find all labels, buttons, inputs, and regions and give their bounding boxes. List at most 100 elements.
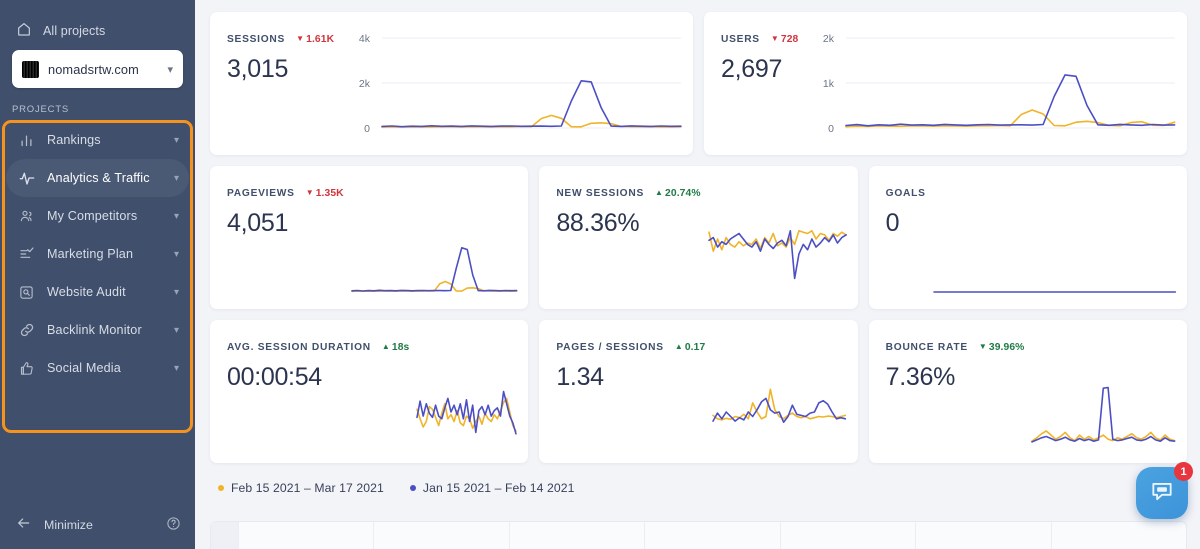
metric-title: USERS: [721, 33, 760, 45]
legend-item-current: Feb 15 2021 – Mar 17 2021: [218, 481, 384, 495]
sidebar-nav: Rankings ▾ Analytics & Traffic ▾ My Comp…: [0, 121, 195, 387]
table-cell: [239, 522, 375, 549]
sidebar-item-marketing-plan[interactable]: Marketing Plan ▾: [6, 235, 189, 273]
sidebar-item-label: Analytics & Traffic: [47, 171, 150, 185]
metric-card-goals[interactable]: GOALS 0: [868, 166, 1187, 309]
metric-title: BOUNCE RATE: [885, 341, 968, 353]
sidebar-item-website-audit[interactable]: Website Audit ▾: [6, 273, 189, 311]
metric-title: SESSIONS: [227, 33, 286, 45]
table-cell: [916, 522, 1052, 549]
metric-card-sessions[interactable]: SESSIONS ▼ 1.61K 3,015 4k 2k 0: [210, 12, 693, 155]
metric-head: USERS ▼ 728: [721, 32, 798, 46]
metric-head: SESSIONS ▼ 1.61K: [227, 32, 334, 46]
projects-section-label: PROJECTS: [12, 104, 70, 115]
chat-bubble-icon: [1149, 478, 1175, 509]
metric-card-pageviews[interactable]: PAGEVIEWS ▼ 1.35K 4,051: [210, 166, 529, 309]
sidebar: All projects nomadsrtw.com ▾ PROJECTS Ra…: [0, 0, 195, 549]
favicon-icon: [22, 60, 39, 78]
metric-card-new-sessions[interactable]: NEW SESSIONS ▲ 20.74% 88.36%: [539, 166, 858, 309]
sparkline-chart: [705, 320, 857, 463]
metric-summary: USERS ▼ 728 2,697: [704, 12, 798, 155]
sidebar-item-label: Social Media: [47, 361, 121, 375]
metric-head: AVG. SESSION DURATION ▲ 18s: [227, 340, 409, 354]
home-icon: [16, 21, 32, 42]
chevron-down-icon[interactable]: ▾: [174, 249, 179, 260]
metric-summary: PAGES / SESSIONS ▲ 0.17 1.34: [539, 320, 705, 463]
metric-summary: NEW SESSIONS ▲ 20.74% 88.36%: [539, 166, 700, 309]
question-circle-icon[interactable]: [166, 516, 181, 534]
svg-text:4k: 4k: [359, 34, 371, 45]
date-range-legend: Feb 15 2021 – Mar 17 2021 Jan 15 2021 – …: [210, 474, 1187, 498]
minimize-label[interactable]: Minimize: [44, 518, 154, 532]
sparkline-chart: 4k 2k 0: [334, 12, 693, 155]
metric-value: 4,051: [227, 209, 289, 237]
chevron-down-icon[interactable]: ▾: [174, 325, 179, 336]
sparkline-chart: [1024, 320, 1187, 463]
sidebar-item-rankings[interactable]: Rankings ▾: [6, 121, 189, 159]
metric-delta: ▼ 1.61K: [296, 33, 335, 45]
table-cell: [645, 522, 781, 549]
svg-text:0: 0: [828, 124, 834, 135]
chevron-down-icon[interactable]: ▾: [174, 287, 179, 298]
table-cell: [781, 522, 917, 549]
chat-unread-badge: 1: [1174, 462, 1193, 481]
metric-value: 3,015: [227, 55, 289, 83]
metric-title: NEW SESSIONS: [556, 187, 645, 199]
bar-chart-icon: [18, 132, 35, 149]
chevron-down-icon[interactable]: ▾: [174, 135, 179, 146]
metric-card-avg-session-duration[interactable]: AVG. SESSION DURATION ▲ 18s 00:00:54: [210, 320, 529, 463]
sidebar-item-backlink-monitor[interactable]: Backlink Monitor ▾: [6, 311, 189, 349]
table-cell: [510, 522, 646, 549]
metric-value: 1.34: [556, 363, 604, 391]
sidebar-item-analytics-and-traffic[interactable]: Analytics & Traffic ▾: [6, 159, 189, 197]
all-projects-link[interactable]: All projects: [0, 0, 195, 46]
arrow-down-icon: ▼: [305, 187, 314, 197]
chat-widget-button[interactable]: 1: [1136, 462, 1193, 519]
arrow-left-icon[interactable]: [16, 515, 32, 536]
link-icon: [18, 322, 35, 339]
arrow-up-icon: ▲: [674, 341, 683, 351]
metric-title: GOALS: [885, 187, 926, 199]
svg-text:0: 0: [364, 124, 370, 135]
metric-value: 00:00:54: [227, 363, 322, 391]
metric-head: PAGEVIEWS ▼ 1.35K: [227, 186, 344, 200]
chevron-down-icon[interactable]: ▾: [174, 173, 179, 184]
table-panel-partial: [210, 521, 1187, 549]
legend-dot: [218, 485, 224, 491]
arrow-down-icon: ▼: [978, 341, 987, 351]
table-cell: [1052, 522, 1186, 549]
metric-head: GOALS: [886, 186, 926, 200]
metric-delta: ▲ 0.17: [674, 341, 706, 353]
metric-card-pages-per-sessions[interactable]: PAGES / SESSIONS ▲ 0.17 1.34: [539, 320, 858, 463]
metric-value: 2,697: [721, 55, 783, 83]
metric-card-bounce-rate[interactable]: BOUNCE RATE ▼ 39.96% 7.36%: [868, 320, 1187, 463]
sidebar-item-label: Rankings: [47, 133, 101, 147]
sidebar-item-social-media[interactable]: Social Media ▾: [6, 349, 189, 387]
metric-title: PAGES / SESSIONS: [556, 341, 664, 353]
metric-summary: BOUNCE RATE ▼ 39.96% 7.36%: [869, 320, 1025, 463]
arrow-down-icon: ▼: [770, 33, 779, 43]
svg-text:2k: 2k: [823, 34, 835, 45]
metric-delta: ▲ 18s: [381, 341, 410, 353]
arrow-up-icon: ▲: [381, 341, 390, 351]
metric-summary: GOALS 0: [869, 166, 926, 309]
arrow-up-icon: ▲: [655, 187, 664, 197]
chevron-down-icon: ▾: [167, 63, 173, 76]
arrow-down-icon: ▼: [296, 33, 305, 43]
chevron-down-icon[interactable]: ▾: [174, 363, 179, 374]
people-icon: [18, 208, 35, 225]
sidebar-item-my-competitors[interactable]: My Competitors ▾: [6, 197, 189, 235]
app-root: All projects nomadsrtw.com ▾ PROJECTS Ra…: [0, 0, 1200, 549]
sparkline-chart: [344, 166, 529, 309]
checklist-icon: [18, 246, 35, 263]
metric-summary: SESSIONS ▼ 1.61K 3,015: [210, 12, 334, 155]
project-selector[interactable]: nomadsrtw.com ▾: [12, 50, 183, 88]
metric-delta: ▼ 728: [770, 33, 799, 45]
legend-label: Jan 15 2021 – Feb 14 2021: [422, 481, 575, 495]
all-projects-label: All projects: [43, 24, 106, 38]
thumbs-up-icon: [18, 360, 35, 377]
chevron-down-icon[interactable]: ▾: [174, 211, 179, 222]
sparkline-chart: [926, 166, 1187, 309]
metric-head: NEW SESSIONS ▲ 20.74%: [556, 186, 700, 200]
metric-card-users[interactable]: USERS ▼ 728 2,697 2k 1k 0: [704, 12, 1187, 155]
